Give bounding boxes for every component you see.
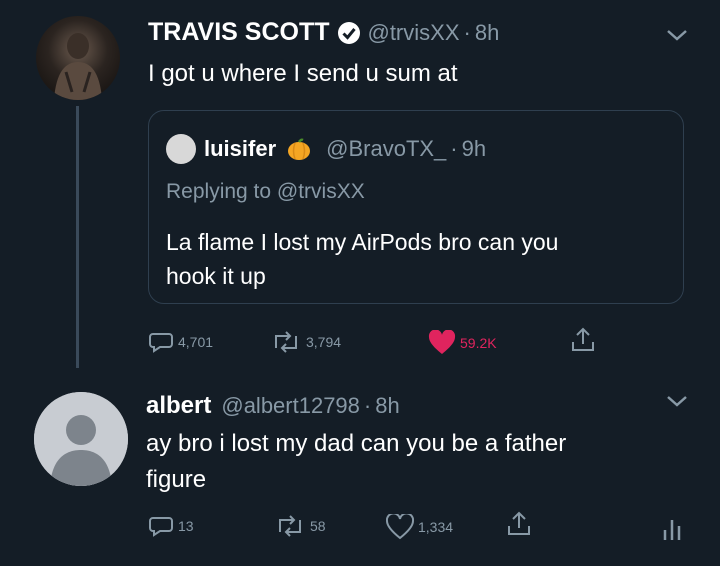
- retweet-count: 58: [310, 518, 326, 534]
- quote-time: 9h: [461, 136, 487, 161]
- tweet2-text-line1: ay bro i lost my dad can you be a father: [146, 430, 567, 457]
- share-icon: [572, 327, 594, 351]
- thread-connector: [76, 106, 79, 368]
- replying-to: Replying to @trvisXX: [166, 180, 365, 204]
- quote-separator: ·: [450, 136, 458, 161]
- retweet-button[interactable]: 3,794: [270, 330, 341, 354]
- share-icon: [508, 511, 530, 535]
- chevron-down-icon[interactable]: [664, 392, 690, 410]
- avatar-photo: [54, 33, 102, 100]
- tweet1-text: I got u where I send u sum at: [148, 60, 458, 87]
- quote-header: luisifer @BravoTX_ · 9h: [166, 134, 486, 164]
- replying-handle[interactable]: @trvisXX: [277, 180, 365, 203]
- verified-badge-icon: [338, 21, 361, 44]
- heart-icon: [386, 514, 414, 540]
- retweet-button[interactable]: 58: [274, 514, 326, 538]
- quote-display-name: luisifer: [204, 136, 277, 161]
- reply-button[interactable]: 13: [148, 514, 194, 538]
- analytics-icon: [663, 520, 681, 540]
- tweet2-handle[interactable]: @albert12798: [221, 393, 360, 419]
- tweet2-text-line2: figure: [146, 466, 207, 493]
- retweet-icon: [279, 515, 301, 537]
- share-button[interactable]: [570, 326, 596, 354]
- replying-prefix: Replying to: [166, 180, 272, 203]
- tweet1-header: TRAVIS SCOTT @trvisXX · 8h: [148, 18, 499, 47]
- tweet2-time[interactable]: 8h: [375, 393, 399, 419]
- tweet2-separator: ·: [363, 393, 372, 418]
- share-button[interactable]: [506, 510, 532, 538]
- like-count: 59.2K: [460, 335, 497, 351]
- heart-icon: [428, 330, 456, 354]
- like-button[interactable]: 59.2K: [428, 330, 497, 356]
- tweet1-display-name[interactable]: TRAVIS SCOTT: [148, 18, 329, 47]
- like-count: 1,334: [418, 519, 454, 535]
- pumpkin-emoji-icon: [288, 138, 311, 160]
- tweet1-handle[interactable]: @trvisXX: [367, 20, 459, 46]
- reply-icon: [149, 517, 173, 537]
- reply-button[interactable]: 4,701: [148, 330, 213, 354]
- quote-avatar: [166, 134, 196, 164]
- tweet1-separator: ·: [463, 19, 471, 45]
- reply-icon: [149, 333, 173, 353]
- quote-text-line2: hook it up: [166, 263, 266, 289]
- avatar-albert[interactable]: [34, 392, 128, 486]
- quote-text-line1: La flame I lost my AirPods bro can you: [166, 229, 559, 255]
- tweet2-display-name[interactable]: albert: [146, 392, 211, 420]
- timeline: TRAVIS SCOTT @trvisXX · 8h I got u where…: [0, 0, 720, 566]
- like-button[interactable]: 1,334: [386, 514, 453, 540]
- analytics-button[interactable]: [660, 514, 684, 542]
- retweet-icon: [275, 331, 297, 353]
- quote-handle: @BravoTX_: [326, 136, 447, 161]
- retweet-count: 3,794: [306, 334, 342, 350]
- avatar-travis-scott[interactable]: [36, 16, 120, 100]
- reply-count: 13: [178, 518, 194, 534]
- tweet2-header: albert @albert12798 · 8h: [146, 392, 400, 420]
- reply-count: 4,701: [178, 334, 214, 350]
- tweet1-time[interactable]: 8h: [475, 20, 499, 46]
- chevron-down-icon[interactable]: [664, 26, 690, 44]
- default-avatar-icon: [34, 392, 128, 486]
